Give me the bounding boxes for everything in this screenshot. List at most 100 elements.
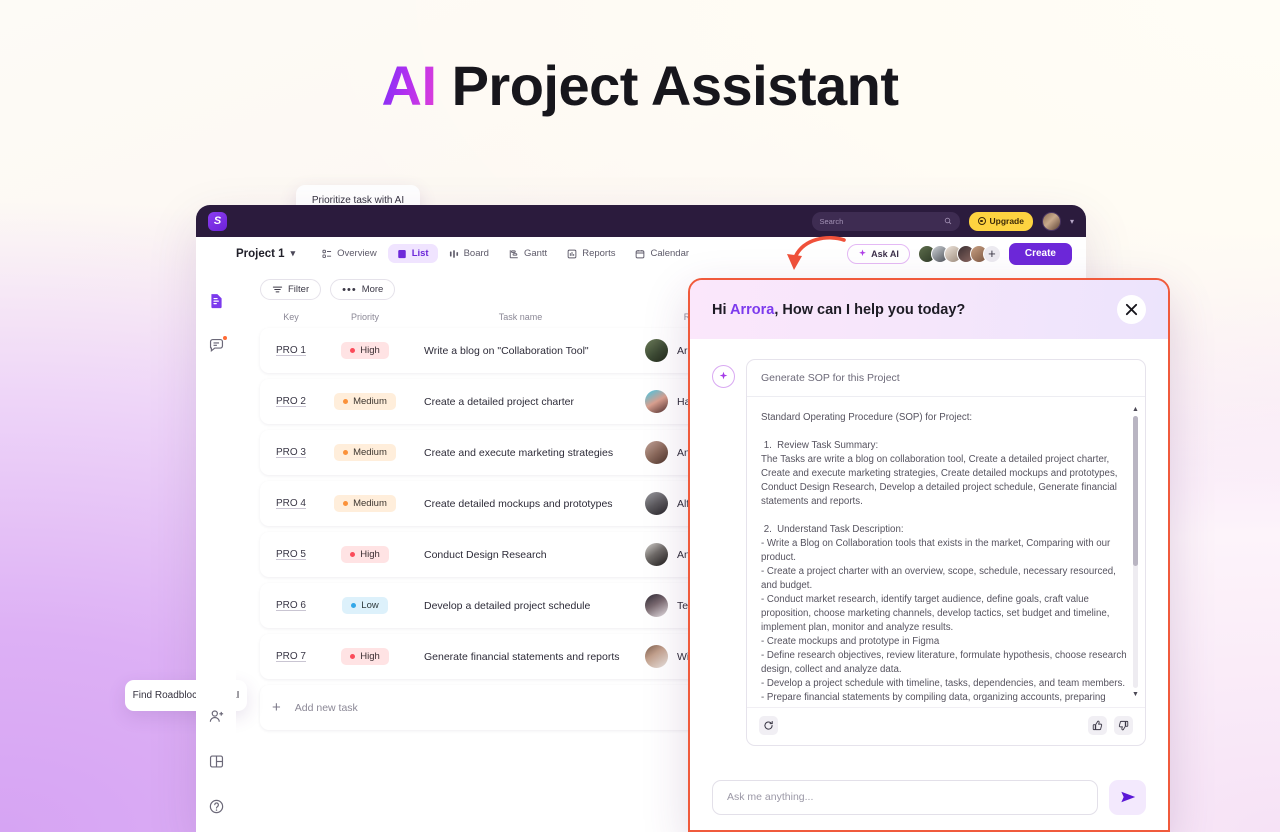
ask-input[interactable] bbox=[712, 779, 1098, 815]
layout-panel-icon bbox=[209, 755, 223, 768]
user-avatar[interactable] bbox=[1041, 211, 1061, 231]
priority-label: High bbox=[360, 345, 380, 356]
sparkle-icon bbox=[859, 249, 866, 257]
scrollbar-track[interactable] bbox=[1133, 416, 1138, 688]
priority-label: Medium bbox=[353, 447, 387, 458]
app-topbar: S Search Upgrade ▾ bbox=[196, 205, 1086, 237]
avatar[interactable] bbox=[645, 645, 668, 668]
priority-label: High bbox=[360, 549, 380, 560]
upgrade-label: Upgrade bbox=[989, 216, 1024, 226]
scrollbar[interactable]: ▲ ▼ bbox=[1131, 405, 1140, 699]
task-priority-cell: Low bbox=[322, 597, 408, 614]
filter-label: Filter bbox=[288, 284, 310, 295]
ai-greeting-suffix: , How can I help you today? bbox=[774, 301, 966, 318]
gantt-icon bbox=[509, 249, 518, 258]
sidebar-item-messages[interactable] bbox=[208, 335, 228, 359]
tab-reports[interactable]: Reports bbox=[558, 244, 624, 263]
task-key[interactable]: PRO 5 bbox=[260, 549, 322, 560]
sidebar-rail bbox=[196, 270, 236, 832]
regenerate-button[interactable] bbox=[759, 716, 778, 735]
priority-dot-icon bbox=[351, 603, 357, 608]
priority-label: Low bbox=[361, 600, 379, 611]
project-selector[interactable]: Project 1 ▾ bbox=[236, 248, 295, 260]
search-icon bbox=[944, 217, 951, 225]
scrollbar-thumb[interactable] bbox=[1133, 416, 1138, 566]
tab-reports-label: Reports bbox=[582, 248, 616, 259]
ask-ai-label: Ask AI bbox=[871, 248, 899, 259]
sidebar-item-layout[interactable] bbox=[208, 753, 225, 775]
close-button[interactable] bbox=[1117, 295, 1146, 324]
calendar-icon bbox=[636, 249, 645, 258]
scroll-up-arrow[interactable]: ▲ bbox=[1132, 405, 1139, 414]
sidebar-item-invite[interactable] bbox=[208, 708, 225, 730]
send-button[interactable] bbox=[1109, 779, 1146, 815]
tab-list[interactable]: List bbox=[387, 244, 438, 263]
filter-button[interactable]: Filter bbox=[260, 279, 322, 300]
sidebar-item-documents[interactable] bbox=[208, 292, 225, 314]
priority-dot-icon bbox=[350, 654, 356, 659]
tab-overview[interactable]: Overview bbox=[313, 244, 386, 263]
priority-dot-icon bbox=[350, 552, 356, 557]
priority-badge: Medium bbox=[334, 444, 396, 461]
add-user-icon bbox=[209, 710, 223, 722]
scroll-down-arrow[interactable]: ▼ bbox=[1132, 690, 1139, 699]
ai-panel-header: Hi Arrora, How can I help you today? bbox=[690, 280, 1168, 339]
tab-board[interactable]: Board bbox=[440, 244, 498, 263]
task-key[interactable]: PRO 7 bbox=[260, 651, 322, 662]
avatar[interactable] bbox=[645, 594, 668, 617]
task-key[interactable]: PRO 1 bbox=[260, 345, 322, 356]
task-name: Generate financial statements and report… bbox=[424, 650, 620, 663]
avatar[interactable] bbox=[645, 543, 668, 566]
create-label: Create bbox=[1024, 248, 1056, 259]
priority-dot-icon bbox=[343, 450, 349, 455]
ai-response-scroll[interactable]: Standard Operating Procedure (SOP) for P… bbox=[747, 397, 1145, 707]
priority-label: Medium bbox=[353, 498, 387, 509]
ask-ai-button[interactable]: Ask AI bbox=[847, 243, 910, 264]
chevron-down-icon[interactable]: ▾ bbox=[1070, 217, 1074, 226]
app-toolbar: Project 1 ▾ Overview List Board Gantt Re… bbox=[196, 237, 1086, 270]
close-icon bbox=[1125, 303, 1138, 316]
avatar[interactable] bbox=[645, 339, 668, 362]
task-key[interactable]: PRO 3 bbox=[260, 447, 322, 458]
priority-badge: Medium bbox=[334, 393, 396, 410]
task-priority-cell: High bbox=[322, 546, 408, 563]
avatar[interactable] bbox=[645, 390, 668, 413]
brand-logo-icon[interactable]: S bbox=[208, 211, 227, 231]
column-header-priority: Priority bbox=[350, 312, 379, 322]
ai-greeting: Hi Arrora, How can I help you today? bbox=[712, 302, 965, 318]
feedback-buttons bbox=[1088, 716, 1133, 735]
task-name: Create detailed mockups and prototypes bbox=[424, 497, 613, 510]
task-name: Conduct Design Research bbox=[424, 548, 547, 561]
priority-label: Medium bbox=[353, 396, 387, 407]
tab-gantt[interactable]: Gantt bbox=[500, 244, 556, 263]
add-member-button[interactable]: + bbox=[982, 244, 1001, 263]
create-button[interactable]: Create bbox=[1008, 242, 1072, 265]
sidebar-item-help[interactable] bbox=[208, 798, 225, 820]
send-icon bbox=[1120, 791, 1135, 803]
tab-overview-label: Overview bbox=[337, 248, 377, 259]
task-priority-cell: Medium bbox=[322, 495, 408, 512]
upgrade-button[interactable]: Upgrade bbox=[968, 211, 1033, 231]
priority-badge: Low bbox=[342, 597, 388, 614]
ai-conversation: Generate SOP for this Project Standard O… bbox=[690, 339, 1168, 746]
ai-prompt-text: Generate SOP for this Project bbox=[747, 360, 1145, 397]
ellipsis-icon: ••• bbox=[342, 283, 357, 296]
tab-calendar[interactable]: Calendar bbox=[626, 244, 698, 263]
avatar[interactable] bbox=[645, 492, 668, 515]
task-key[interactable]: PRO 6 bbox=[260, 600, 322, 611]
thumbs-up-button[interactable] bbox=[1088, 716, 1107, 735]
page-title-ai: AI bbox=[381, 54, 438, 117]
add-new-task-label: Add new task bbox=[294, 701, 358, 714]
task-key[interactable]: PRO 4 bbox=[260, 498, 322, 509]
search-placeholder: Search bbox=[819, 216, 844, 226]
avatar[interactable] bbox=[645, 441, 668, 464]
task-priority-cell: High bbox=[322, 342, 408, 359]
task-key[interactable]: PRO 2 bbox=[260, 396, 322, 407]
more-label: More bbox=[361, 284, 384, 295]
thumbs-down-icon bbox=[1118, 720, 1129, 731]
more-button[interactable]: ••• More bbox=[330, 279, 396, 300]
search-input[interactable]: Search bbox=[811, 211, 960, 231]
ai-assistant-panel: Hi Arrora, How can I help you today? Gen… bbox=[688, 278, 1170, 832]
thumbs-down-button[interactable] bbox=[1114, 716, 1133, 735]
tab-list-label: List bbox=[411, 248, 429, 259]
